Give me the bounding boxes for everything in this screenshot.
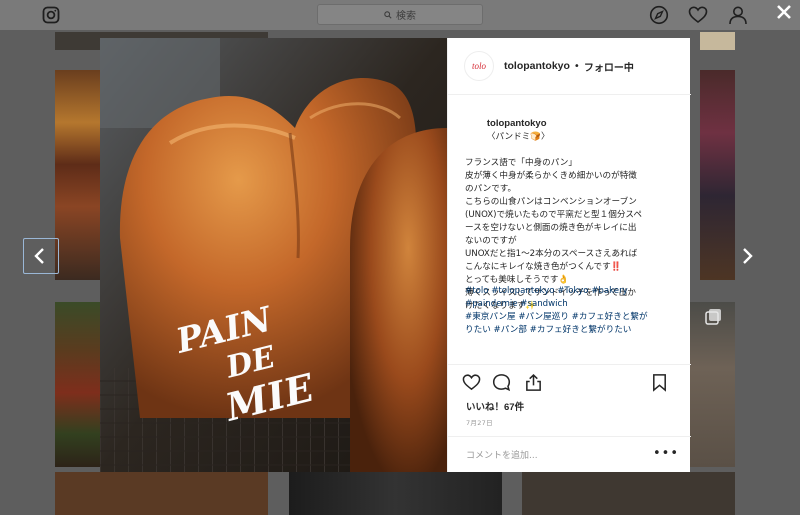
feed-thumbnail[interactable]: [700, 32, 735, 50]
post-details-panel: tolo tolopantokyo • フォロー中 tolopantokyo 〈…: [447, 38, 691, 472]
following-button[interactable]: フォロー中: [584, 59, 634, 74]
comment-icon[interactable]: [492, 373, 511, 392]
chevron-right-icon: [743, 248, 753, 264]
feed-thumbnail[interactable]: [55, 70, 100, 280]
feed-thumbnail[interactable]: [55, 302, 100, 467]
chevron-left-icon: [34, 248, 44, 264]
avatar-logo-text: tolo: [471, 61, 486, 71]
heart-icon[interactable]: [688, 5, 708, 25]
caption-line: ないのですが: [465, 236, 517, 246]
caption-line: ースを空けないと側面の焼き色がキレイに出: [465, 223, 637, 233]
post-date: 7月27日: [466, 419, 493, 427]
caption-line: フランス語で「中身のパン」: [465, 158, 577, 168]
like-heart-icon[interactable]: [462, 373, 481, 392]
comment-input[interactable]: コメントを追加...: [466, 448, 538, 461]
hashtag-list: #tolo #tolopantokyo #Tokyo #bakery #pain…: [465, 285, 679, 337]
hashtag-line[interactable]: りたい #パン部 #カフェ好きと繋がりたい: [465, 324, 679, 337]
profile-icon[interactable]: [728, 5, 748, 25]
caption-line: こちらの山食パンはコンベンションオーブン: [465, 197, 637, 207]
caption-username[interactable]: tolopantokyo: [487, 118, 547, 129]
top-nav-bar: 検索: [0, 0, 800, 30]
caption-line: こんなにキレイな焼き色がつくんです‼️: [465, 262, 622, 272]
hashtag-line[interactable]: #paindemie #sandwich: [465, 298, 679, 311]
like-count[interactable]: いいね！67件: [466, 399, 524, 413]
share-icon[interactable]: [524, 373, 543, 392]
caption-line: UNOXだと指1〜2本分のスペースさえあれば: [465, 249, 638, 259]
feed-thumbnail[interactable]: [55, 472, 268, 515]
feed-thumbnail[interactable]: [700, 70, 735, 280]
separator-dot: •: [573, 60, 580, 72]
caption-line: (UNOX)で焼いたもので平窯だと型１個分スペ: [465, 210, 643, 220]
caption-title: 〈パンドミ🍞〉: [486, 132, 550, 142]
post-image: PAIN DE MIE: [100, 38, 447, 472]
previous-post-button[interactable]: [23, 238, 59, 274]
post-caption: tolopantokyo 〈パンドミ🍞〉 フランス語で「中身のパン」 皮が薄く中…: [465, 104, 677, 313]
comment-bar: コメントを追加... •••: [448, 436, 691, 472]
multiple-photos-icon: [705, 309, 721, 325]
post-header: tolo tolopantokyo • フォロー中: [448, 38, 691, 95]
caption-line: 皮が薄く中身が柔らかくきめ細かいのが特徴: [465, 171, 637, 181]
feed-thumbnail[interactable]: [289, 472, 502, 515]
instagram-icon[interactable]: [42, 6, 60, 24]
caption-line: のパンです。: [465, 184, 517, 194]
search-input[interactable]: 検索: [317, 4, 483, 25]
more-options-button[interactable]: •••: [653, 446, 679, 461]
post-modal: PAIN DE MIE tolo tolopantokyo • フォロー中 to…: [100, 38, 691, 472]
explore-compass-icon[interactable]: [649, 5, 669, 25]
hashtag-line[interactable]: #東京パン屋 #パン屋巡り #カフェ好きと繋が: [465, 311, 679, 324]
close-icon[interactable]: [775, 3, 793, 21]
next-post-button[interactable]: [735, 238, 759, 274]
avatar[interactable]: tolo: [464, 51, 494, 81]
search-placeholder: 検索: [396, 11, 416, 22]
feed-thumbnail[interactable]: [522, 472, 735, 515]
post-actions: [448, 364, 691, 394]
search-icon: [384, 10, 392, 19]
feed-thumbnail[interactable]: [690, 302, 735, 467]
bookmark-icon[interactable]: [650, 373, 669, 392]
username-link[interactable]: tolopantokyo: [504, 60, 570, 72]
hashtag-line[interactable]: #tolo #tolopantokyo #Tokyo #bakery: [465, 285, 679, 298]
bread-photo: PAIN DE MIE: [100, 38, 447, 472]
